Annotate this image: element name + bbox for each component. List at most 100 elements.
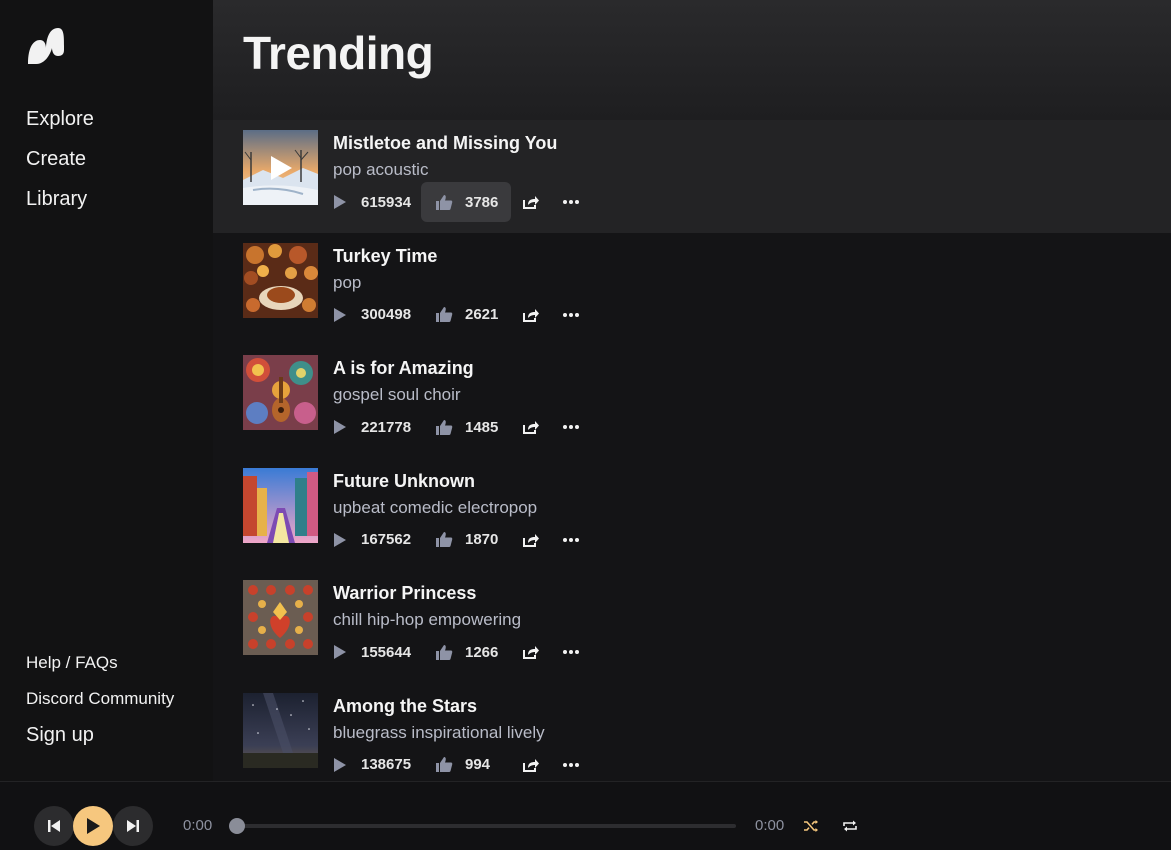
more-options-button[interactable]: [551, 407, 591, 447]
song-actions: 167562 1870: [327, 520, 591, 560]
repeat-button[interactable]: [840, 816, 860, 836]
logo-icon[interactable]: [26, 26, 66, 66]
help-faqs-link[interactable]: Help / FAQs: [26, 652, 174, 688]
sign-up-link[interactable]: Sign up: [26, 724, 174, 760]
more-dots-icon: [563, 425, 579, 430]
share-icon: [523, 646, 539, 660]
song-title[interactable]: Mistletoe and Missing You: [333, 133, 557, 154]
song-cover-image[interactable]: [243, 467, 318, 543]
song-style: chill hip-hop empowering: [333, 610, 522, 630]
song-title[interactable]: Turkey Time: [333, 246, 437, 267]
play-count[interactable]: 167562: [327, 520, 421, 560]
song-cover-image[interactable]: [243, 580, 318, 656]
share-button[interactable]: [511, 407, 551, 447]
main-nav: Explore Create Library: [26, 106, 94, 226]
share-button[interactable]: [511, 520, 551, 560]
play-pause-button[interactable]: [73, 806, 113, 846]
share-icon: [523, 533, 539, 547]
more-dots-icon: [563, 762, 579, 767]
more-dots-icon: [563, 537, 579, 542]
repeat-icon: [843, 820, 857, 832]
like-button[interactable]: 1870: [421, 520, 511, 560]
share-icon: [523, 421, 539, 435]
song-style: pop: [333, 272, 362, 292]
play-count-value: 615934: [361, 193, 412, 211]
play-count[interactable]: 221778: [327, 407, 421, 447]
more-options-button[interactable]: [551, 295, 591, 335]
like-button[interactable]: 1266: [421, 632, 511, 672]
share-button[interactable]: [511, 295, 551, 335]
like-button[interactable]: 2621: [421, 295, 511, 335]
play-count-value: 221778: [361, 418, 412, 436]
like-count-value: 3786: [465, 193, 499, 211]
like-button[interactable]: 1485: [421, 407, 511, 447]
play-count[interactable]: 155644: [327, 632, 421, 672]
play-triangle-icon: [334, 645, 346, 660]
song-style: bluegrass inspirational lively: [333, 722, 545, 742]
share-button[interactable]: [511, 182, 551, 222]
more-options-button[interactable]: [551, 632, 591, 672]
song-title[interactable]: Warrior Princess: [333, 583, 476, 604]
progress-knob[interactable]: [229, 818, 245, 834]
nav-library[interactable]: Library: [26, 186, 94, 226]
song-cover-image[interactable]: [243, 130, 318, 205]
song-actions: 221778 1485: [327, 407, 591, 447]
song-title[interactable]: Future Unknown: [333, 471, 475, 492]
play-count-value: 167562: [361, 531, 412, 549]
skip-previous-icon: [48, 820, 60, 832]
progress-slider[interactable]: [229, 818, 736, 834]
play-triangle-icon: [334, 532, 346, 547]
sidebar-footer: Help / FAQs Discord Community Sign up: [26, 652, 174, 760]
nav-create[interactable]: Create: [26, 146, 94, 186]
share-icon: [523, 196, 539, 209]
song-list: Mistletoe and Missing You pop acoustic 6…: [213, 120, 1171, 781]
song-style: upbeat comedic electropop: [333, 497, 538, 517]
thumbs-up-icon: [436, 307, 453, 323]
song-title[interactable]: A is for Amazing: [333, 358, 474, 379]
like-count-value: 1870: [465, 531, 499, 549]
song-cover-image[interactable]: [243, 692, 318, 768]
song-row[interactable]: Warrior Princess chill hip-hop empowerin…: [213, 570, 1171, 683]
discord-community-link[interactable]: Discord Community: [26, 688, 174, 724]
next-track-button[interactable]: [113, 806, 153, 846]
like-count-value: 2621: [465, 306, 499, 324]
play-triangle-icon: [334, 757, 346, 772]
more-dots-icon: [563, 312, 579, 317]
song-row[interactable]: Future Unknown upbeat comedic electropop…: [213, 458, 1171, 571]
more-options-button[interactable]: [551, 745, 591, 781]
play-triangle-icon: [334, 195, 346, 209]
song-actions: 615934 3786: [327, 182, 591, 222]
song-row[interactable]: A is for Amazing gospel soul choir 22177…: [213, 345, 1171, 458]
song-row[interactable]: Turkey Time pop 300498 2621: [213, 233, 1171, 346]
shuffle-button[interactable]: [801, 816, 821, 836]
duration-time: 0:00: [755, 817, 785, 834]
song-cover-image[interactable]: [243, 242, 318, 318]
song-row[interactable]: Mistletoe and Missing You pop acoustic 6…: [213, 120, 1171, 233]
like-button[interactable]: 3786: [421, 182, 511, 222]
song-actions: 300498 2621: [327, 295, 591, 335]
like-button[interactable]: 994: [421, 745, 511, 781]
more-dots-icon: [563, 200, 579, 204]
more-options-button[interactable]: [551, 520, 591, 560]
nav-explore[interactable]: Explore: [26, 106, 94, 146]
like-count-value: 1266: [465, 643, 499, 661]
thumbs-up-icon: [436, 419, 453, 435]
share-button[interactable]: [511, 745, 551, 781]
play-overlay-icon[interactable]: [243, 130, 318, 205]
more-options-button[interactable]: [551, 182, 591, 222]
play-count[interactable]: 615934: [327, 182, 421, 222]
song-title[interactable]: Among the Stars: [333, 696, 477, 717]
song-row[interactable]: Among the Stars bluegrass inspirational …: [213, 683, 1171, 781]
play-count[interactable]: 300498: [327, 295, 421, 335]
like-count-value: 994: [465, 756, 491, 774]
play-count-value: 138675: [361, 756, 412, 774]
page-title: Trending: [243, 27, 434, 79]
song-cover-image[interactable]: [243, 355, 318, 431]
like-count-value: 1485: [465, 418, 499, 436]
previous-track-button[interactable]: [34, 806, 74, 846]
current-time: 0:00: [183, 817, 213, 834]
play-count-value: 155644: [361, 643, 412, 661]
sidebar: Explore Create Library Help / FAQs Disco…: [0, 0, 213, 781]
share-button[interactable]: [511, 632, 551, 672]
play-count[interactable]: 138675: [327, 745, 421, 781]
